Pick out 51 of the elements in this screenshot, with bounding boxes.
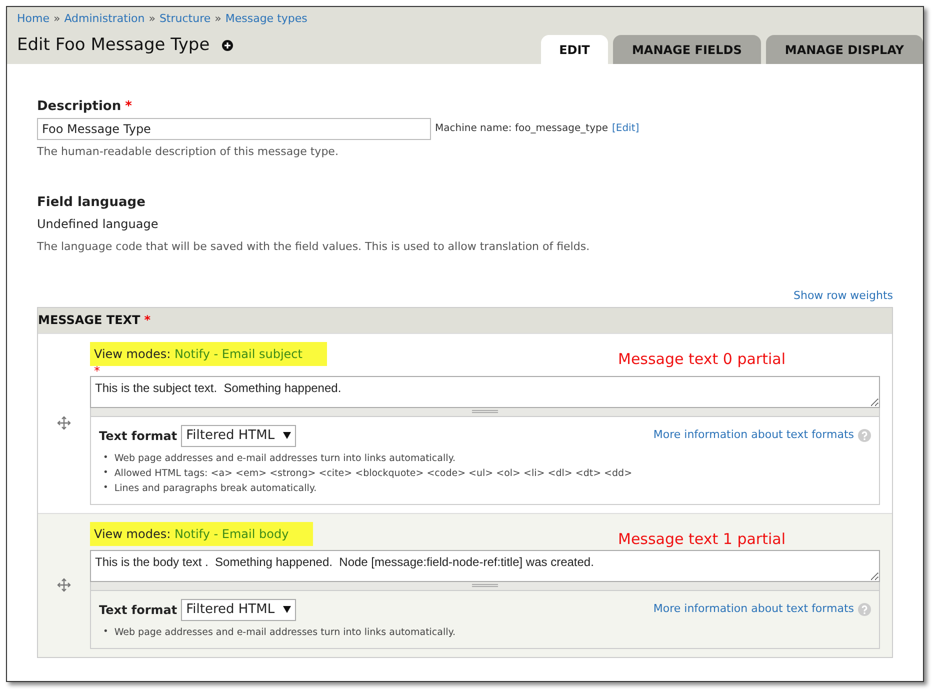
caret-icon [282,606,291,613]
caret-icon [282,432,291,439]
view-modes-label: View modes: Notify - Email subject [90,342,326,366]
help-text: The language code that will be saved with the field values. This is used to allow translation of fields. [37,238,591,254]
text-format-label: Text format [99,428,178,444]
breadcrumb-link[interactable]: Message types [225,11,308,28]
format-select[interactable]: Filtered HTML [181,424,296,446]
more-info-link[interactable]: More information about text formats [653,601,854,618]
breadcrumb-link[interactable]: Structure [159,11,211,28]
field-label: Description [37,99,122,114]
view-modes-label: View modes: Notify - Email body [90,522,313,546]
breadcrumb-separator: » [148,11,156,27]
help-icon[interactable] [858,429,871,442]
breadcrumb-separator: » [214,11,222,27]
bullet-mark: • [103,452,108,464]
bullet-mark: • [103,466,108,480]
text-area[interactable]: This is the subject text. Something happened. [90,376,880,408]
breadcrumb-separator: » [53,11,60,27]
add-shortcut-icon[interactable] [222,40,233,51]
text-area[interactable]: This is the body text . Something happened. Node [message:field-node-ref:title] was created. [90,550,880,582]
tab[interactable]: MANAGE FIELDS [612,35,761,64]
bullet-mark: • [103,482,108,494]
drag-handle-icon[interactable] [57,416,71,430]
description-input[interactable]: Foo Message Type [37,118,431,140]
breadcrumb-link[interactable]: Administration [64,11,145,28]
format-select[interactable]: Filtered HTML [181,598,296,620]
bullet-mark: • [103,626,108,638]
help-text: The human-readable description of this message type. [37,144,340,160]
required-mark: * [144,312,150,329]
page-title: Edit Foo Message Type [17,34,210,56]
edit-link[interactable]: [Edit] [612,121,640,136]
annotation-text: Message text 1 partial [618,528,786,550]
format-tip: Allowed HTML tags: <a> <em> <strong> <cite> <blockquote> <code> <ul> <ol> <li> <dl> <dt> <dd> [114,466,632,480]
text-format-label: Text format [99,602,178,618]
tab[interactable]: MANAGE DISPLAY [766,35,923,64]
field-value: Undefined language [37,216,160,232]
field-label: Field language [37,194,146,212]
tab[interactable]: EDIT [540,35,608,64]
required-mark: * [125,99,132,114]
drag-handle-icon[interactable] [57,578,71,592]
format-tip: Lines and paragraphs break automatically. [114,482,317,494]
annotation-text: Message text 0 partial [618,348,786,370]
required-mark: * [94,364,100,378]
machine-name-text: Machine name: foo_message_type [435,122,608,136]
more-info-link[interactable]: More information about text formats [653,427,854,444]
show-row-weights-link[interactable]: Show row weights [794,288,893,304]
help-icon[interactable] [858,603,871,616]
column-header: MESSAGE TEXT [38,312,140,329]
format-tip: Web page addresses and e-mail addresses turn into links automatically. [114,452,456,464]
format-tip: Web page addresses and e-mail addresses turn into links automatically. [114,626,456,638]
breadcrumb-link[interactable]: Home [17,11,50,28]
